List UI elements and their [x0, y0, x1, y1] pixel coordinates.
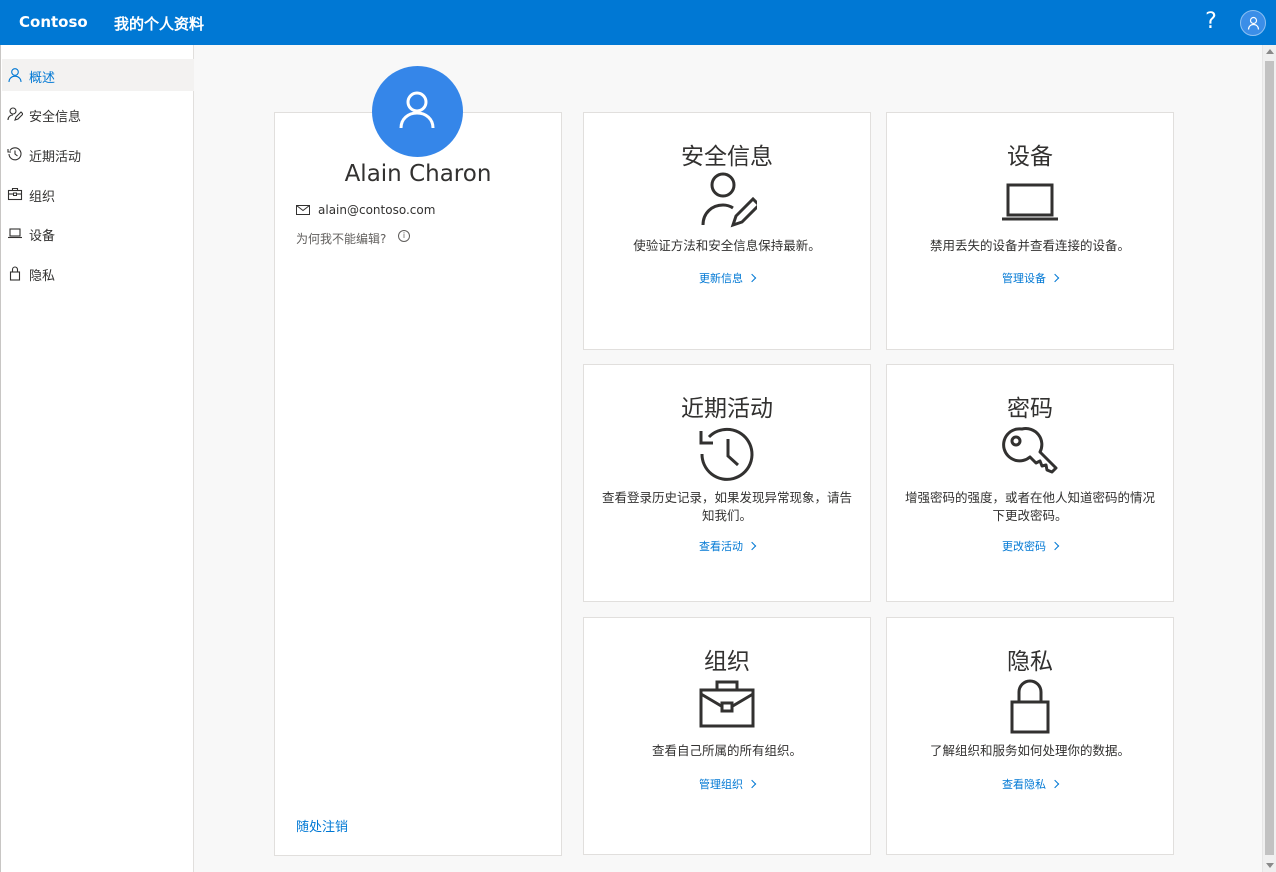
tile-devices: 设备 禁用丢失的设备并查看连接的设备。 管理设备: [886, 112, 1174, 350]
tile-link-label: 更新信息: [699, 272, 743, 285]
chevron-right-icon: [747, 779, 757, 789]
tile-title: 密码: [1007, 396, 1053, 422]
sidebar-item-privacy[interactable]: 隐私: [2, 257, 194, 289]
tile-link-label: 查看活动: [699, 540, 743, 553]
tile-description: 增强密码的强度，或者在他人知道密码的情况下更改密码。: [905, 490, 1156, 523]
help-button[interactable]: ?: [1200, 8, 1222, 36]
tile-link-label: 管理组织: [699, 778, 743, 791]
lock-icon: [1010, 679, 1050, 734]
sidebar-item-label: 概述: [29, 71, 56, 86]
tile-description: 查看登录历史记录，如果发现异常现象，请告知我们。: [602, 490, 853, 523]
sidebar-item-security-info[interactable]: 安全信息: [2, 98, 194, 130]
chevron-right-icon: [1050, 541, 1060, 551]
tile-title: 组织: [704, 649, 750, 675]
tile-security-info: 安全信息 使验证方法和安全信息保持最新。 更新信息: [583, 112, 871, 350]
info-icon[interactable]: i: [398, 230, 410, 242]
sidebar-item-label: 组织: [29, 190, 56, 205]
chevron-right-icon: [1050, 273, 1060, 283]
mail-icon: [296, 205, 310, 215]
tile-description: 使验证方法和安全信息保持最新。: [633, 238, 821, 253]
tile-title: 近期活动: [681, 396, 773, 422]
briefcase-icon: [7, 187, 23, 201]
chevron-right-icon: [1050, 779, 1060, 789]
tile-link-label: 查看隐私: [1002, 778, 1046, 791]
chevron-right-icon: [747, 273, 757, 283]
chevron-right-icon: [747, 541, 757, 551]
profile-email: alain@contoso.com: [318, 203, 436, 217]
brand-name[interactable]: Contoso: [19, 13, 88, 31]
tile-password: 密码 增强密码的强度，或者在他人知道密码的情况下更改密码。 更改密码: [886, 364, 1174, 602]
tile-link-view-activity[interactable]: 查看活动: [584, 538, 870, 554]
history-icon: [699, 427, 754, 481]
tile-title: 隐私: [1007, 649, 1053, 675]
sidebar-item-label: 隐私: [29, 269, 56, 284]
tile-link-change-password[interactable]: 更改密码: [887, 538, 1173, 554]
sidebar-item-devices[interactable]: 设备: [2, 217, 194, 249]
tile-title: 设备: [1007, 144, 1053, 170]
person-icon: [1247, 16, 1260, 30]
tile-link-manage-organizations[interactable]: 管理组织: [584, 776, 870, 792]
tile-link-manage-devices[interactable]: 管理设备: [887, 270, 1173, 286]
tile-description: 禁用丢失的设备并查看连接的设备。: [929, 238, 1130, 253]
sidebar-nav: 概述 安全信息 近期活动 组织 设备 隐私: [0, 45, 194, 872]
person-icon: [399, 91, 435, 129]
account-avatar-button[interactable]: [1240, 10, 1266, 36]
tile-recent-activity: 近期活动 查看登录历史记录，如果发现异常现象，请告知我们。 查看活动: [583, 364, 871, 602]
why-cannot-edit-text: 为何我不能编辑?: [296, 232, 387, 246]
briefcase-icon: [699, 680, 755, 728]
profile-avatar: [372, 66, 463, 157]
sidebar-item-label: 安全信息: [29, 110, 82, 125]
tile-link-label: 更改密码: [1002, 540, 1046, 553]
person-edit-icon: [7, 107, 23, 121]
tile-description: 查看自己所属的所有组织。: [651, 743, 802, 758]
lock-icon: [9, 266, 21, 281]
sign-out-everywhere-link[interactable]: 随处注销: [296, 816, 348, 835]
tile-link-view-privacy[interactable]: 查看隐私: [887, 776, 1173, 792]
tile-link-update-info[interactable]: 更新信息: [584, 270, 870, 286]
key-icon: [1002, 427, 1058, 474]
scroll-thumb[interactable]: [1265, 61, 1274, 855]
history-icon: [7, 147, 22, 161]
tile-privacy: 隐私 了解组织和服务如何处理你的数据。 查看隐私: [886, 617, 1174, 855]
sidebar-item-label: 近期活动: [29, 150, 82, 165]
profile-card: [274, 112, 562, 856]
top-bar: Contoso 我的个人资料 ?: [0, 0, 1276, 45]
person-edit-icon: [701, 172, 757, 228]
page-title: 我的个人资料: [114, 15, 205, 33]
sidebar-item-label: 设备: [29, 229, 56, 244]
profile-name: Alain Charon: [344, 161, 492, 187]
scroll-up-arrow-icon[interactable]: [1266, 49, 1274, 54]
sidebar-item-organizations[interactable]: 组织: [2, 178, 194, 210]
tile-description: 了解组织和服务如何处理你的数据。: [929, 743, 1130, 758]
tile-title: 安全信息: [681, 144, 773, 170]
sidebar-item-overview[interactable]: 概述: [2, 59, 194, 91]
laptop-icon: [8, 228, 22, 239]
scroll-down-arrow-icon[interactable]: [1266, 863, 1274, 868]
sidebar-item-recent-activity[interactable]: 近期活动: [2, 138, 194, 170]
person-icon: [8, 68, 22, 83]
tile-organizations: 组织 查看自己所属的所有组织。 管理组织: [583, 617, 871, 855]
tile-link-label: 管理设备: [1002, 272, 1046, 285]
laptop-icon: [1002, 183, 1058, 221]
vertical-scrollbar[interactable]: [1262, 45, 1276, 872]
